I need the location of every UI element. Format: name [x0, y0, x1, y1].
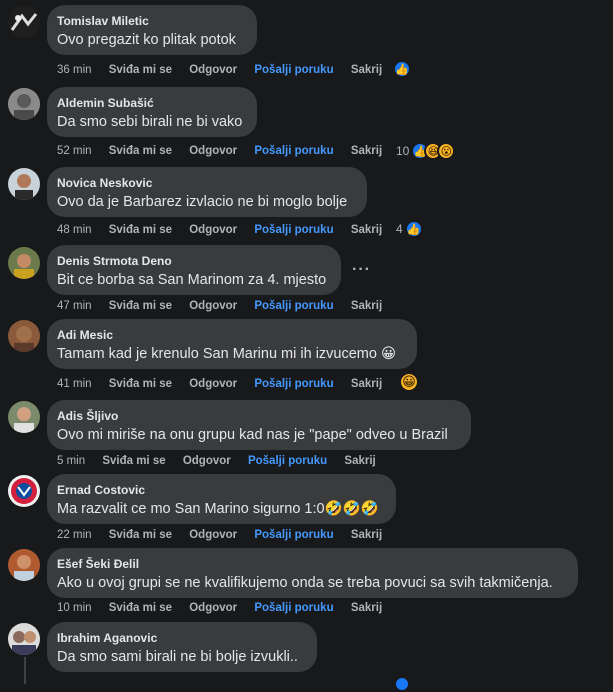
comment-time[interactable]: 48 min [57, 224, 92, 236]
comment-actions: 22 min Sviđa mi se Odgovor Pošalji poruk… [57, 528, 396, 542]
comment-text: Ovo pregazit ko plitak potok [57, 32, 236, 48]
avatar[interactable] [8, 320, 40, 352]
reactions[interactable]: 10 👍 😆 😮 [396, 142, 456, 160]
hide-button[interactable]: Sakrij [351, 300, 382, 312]
comment-actions: 5 min Sviđa mi se Odgovor Pošalji poruku… [57, 454, 390, 468]
comment-text: Ovo mi miriše na onu grupu kad nas je "p… [57, 427, 448, 443]
send-message-button[interactable]: Pošalji poruku [254, 64, 333, 76]
comment-time[interactable]: 10 min [57, 602, 92, 614]
reply-button[interactable]: Odgovor [189, 602, 237, 614]
avatar[interactable] [8, 549, 40, 581]
comment-text: Da smo sami birali ne bi bolje izvukli.. [57, 649, 298, 665]
thread-line [24, 657, 26, 684]
reply-button[interactable]: Odgovor [189, 145, 237, 157]
comment-time[interactable]: 52 min [57, 145, 92, 157]
send-message-button[interactable]: Pošalji poruku [254, 602, 333, 614]
comment-bubble: Adi Mesic Tamam kad je krenulo San Marin… [47, 319, 417, 369]
comment-time[interactable]: 22 min [57, 529, 92, 541]
like-button[interactable]: Sviđa mi se [109, 224, 172, 236]
comment-time[interactable]: 41 min [57, 378, 92, 390]
like-button[interactable]: Sviđa mi se [109, 529, 172, 541]
comment-author[interactable]: Adis Šljivo [57, 408, 459, 424]
comment-actions: 36 min Sviđa mi se Odgovor Pošalji poruk… [57, 63, 396, 77]
comment-author[interactable]: Tomislav Miletic [57, 13, 245, 29]
reply-button[interactable]: Odgovor [189, 529, 237, 541]
reactions[interactable]: 👍 [393, 60, 411, 78]
hide-button[interactable]: Sakrij [351, 529, 382, 541]
send-message-button[interactable]: Pošalji poruku [254, 224, 333, 236]
avatar[interactable] [8, 475, 40, 507]
reactions[interactable] [394, 676, 410, 692]
like-button[interactable]: Sviđa mi se [109, 602, 172, 614]
comment-bubble: Denis Strmota Deno Bit ce borba sa San M… [47, 245, 341, 295]
comment-bubble: Adis Šljivo Ovo mi miriše na onu grupu k… [47, 400, 471, 450]
like-reaction-icon [394, 676, 410, 692]
hide-button[interactable]: Sakrij [351, 224, 382, 236]
comment-author[interactable]: Novica Neskovic [57, 175, 355, 191]
comment-text: Ako u ovoj grupi se ne kvalifikujemo ond… [57, 575, 553, 591]
comment-actions: 10 min Sviđa mi se Odgovor Pošalji poruk… [57, 601, 396, 615]
comment-text: Bit ce borba sa San Marinom za 4. mjesto [57, 272, 327, 288]
like-button[interactable]: Sviđa mi se [109, 300, 172, 312]
comment-time[interactable]: 5 min [57, 455, 85, 467]
like-button[interactable]: Sviđa mi se [109, 145, 172, 157]
comment-author[interactable]: Denis Strmota Deno [57, 253, 329, 269]
comment-bubble: Aldemin Subašić Da smo sebi birali ne bi… [47, 87, 257, 137]
reaction-count: 10 [396, 144, 410, 158]
avatar[interactable] [8, 6, 40, 38]
more-options-button[interactable]: ··· [352, 261, 371, 279]
hide-button[interactable]: Sakrij [351, 64, 382, 76]
send-message-button[interactable]: Pošalji poruku [248, 455, 327, 467]
comment-actions: 41 min Sviđa mi se Odgovor Pošalji poruk… [57, 377, 396, 391]
reaction-count: 4 [396, 222, 403, 236]
reply-button[interactable]: Odgovor [189, 300, 237, 312]
avatar[interactable] [8, 401, 40, 433]
comment-bubble: Ibrahim Aganovic Da smo sami birali ne b… [47, 622, 317, 672]
comment-author[interactable]: Ibrahim Aganovic [57, 630, 305, 646]
like-button[interactable]: Sviđa mi se [109, 64, 172, 76]
avatar[interactable] [8, 623, 40, 655]
reply-button[interactable]: Odgovor [189, 224, 237, 236]
reply-button[interactable]: Odgovor [183, 455, 231, 467]
avatar[interactable] [8, 168, 40, 200]
wow-reaction-icon: 😮 [437, 142, 456, 160]
comment-bubble: Ešef Šeki Đelil Ako u ovoj grupi se ne k… [47, 548, 578, 598]
comment-text: Tamam kad je krenulo San Marinu mi ih iz… [57, 346, 397, 362]
hide-button[interactable]: Sakrij [351, 145, 382, 157]
grin-reaction-icon: 😀 [399, 372, 419, 392]
comment-author[interactable]: Aldemin Subašić [57, 95, 245, 111]
hide-button[interactable]: Sakrij [351, 378, 382, 390]
reply-button[interactable]: Odgovor [189, 64, 237, 76]
send-message-button[interactable]: Pošalji poruku [254, 145, 333, 157]
like-button[interactable]: Sviđa mi se [102, 455, 165, 467]
comment-bubble: Novica Neskovic Ovo da je Barbarez izvla… [47, 167, 367, 217]
comment-time[interactable]: 47 min [57, 300, 92, 312]
comment-text: Ma razvalit ce mo San Marino sigurno 1:0… [57, 501, 379, 517]
send-message-button[interactable]: Pošalji poruku [254, 529, 333, 541]
comment-actions: 48 min Sviđa mi se Odgovor Pošalji poruk… [57, 223, 396, 237]
comment-bubble: Ernad Costovic Ma razvalit ce mo San Mar… [47, 474, 396, 524]
like-button[interactable]: Sviđa mi se [109, 378, 172, 390]
hide-button[interactable]: Sakrij [351, 602, 382, 614]
avatar[interactable] [8, 247, 40, 279]
comment-time[interactable]: 36 min [57, 64, 92, 76]
like-reaction-icon: 👍 [404, 220, 423, 238]
comment-author[interactable]: Ešef Šeki Đelil [57, 556, 566, 572]
reply-button[interactable]: Odgovor [189, 378, 237, 390]
comment-author[interactable]: Ernad Costovic [57, 482, 384, 498]
send-message-button[interactable]: Pošalji poruku [254, 300, 333, 312]
comment-text: Ovo da je Barbarez izvlacio ne bi moglo … [57, 194, 348, 210]
send-message-button[interactable]: Pošalji poruku [254, 378, 333, 390]
reactions[interactable]: 😀 [399, 372, 419, 392]
comment-author[interactable]: Adi Mesic [57, 327, 405, 343]
comment-actions: 52 min Sviđa mi se Odgovor Pošalji poruk… [57, 144, 396, 158]
like-reaction-icon: 👍 [393, 60, 411, 78]
comment-bubble: Tomislav Miletic Ovo pregazit ko plitak … [47, 5, 257, 55]
comment-actions: 47 min Sviđa mi se Odgovor Pošalji poruk… [57, 299, 396, 313]
avatar[interactable] [8, 88, 40, 120]
comment-text: Da smo sebi birali ne bi vako [57, 114, 243, 130]
reactions[interactable]: 4 👍 [396, 220, 423, 238]
hide-button[interactable]: Sakrij [344, 455, 375, 467]
